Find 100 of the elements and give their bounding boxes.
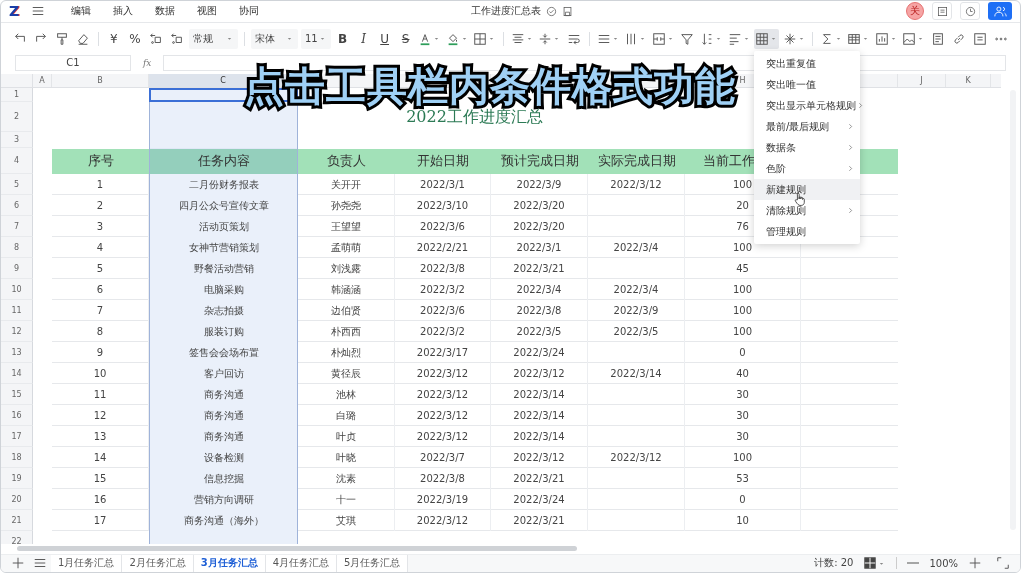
underline-button[interactable]: U (375, 28, 394, 49)
row-header[interactable]: 22 (1, 531, 33, 545)
currency-button[interactable]: ¥ (104, 28, 123, 49)
plus-icon (11, 556, 25, 571)
sum-icon (819, 31, 834, 46)
row-header[interactable]: 4 (1, 148, 33, 175)
sheet-tab[interactable]: 4月任务汇总 (265, 555, 338, 572)
table-cell: 2022/3/19 (395, 489, 491, 511)
row-header[interactable]: 13 (1, 342, 33, 364)
row-header[interactable]: 10 (1, 279, 33, 301)
row-header[interactable]: 9 (1, 258, 33, 280)
cell-count: 计数: 20 (814, 556, 854, 571)
menu-item[interactable]: 协同 (239, 4, 259, 19)
table-cell: 四月公众号宣传文章 (149, 195, 298, 217)
table-cell: 30 (685, 426, 801, 448)
table-cell: 商务沟通（海外） (149, 510, 298, 532)
menu-item[interactable]: 突出重复值 (754, 53, 860, 74)
fullscreen-icon (996, 556, 1010, 571)
row-header[interactable]: 6 (1, 195, 33, 217)
table-cell: 2022/3/14 (491, 405, 588, 427)
table-cell: 2022/3/4 (588, 237, 685, 259)
table-cell: 关开开 (298, 174, 395, 196)
sheet-tab[interactable]: 1月任务汇总 (51, 555, 123, 572)
menu-item[interactable]: 插入 (113, 4, 133, 19)
table-cell: 2022/3/12 (395, 510, 491, 532)
table-cell: 艾琪 (298, 510, 395, 532)
history-button[interactable] (960, 2, 980, 21)
table-cell: 杂志拍摄 (149, 300, 298, 322)
table-cell: 2022/3/12 (395, 426, 491, 448)
cell-reference-field[interactable]: C1 (15, 55, 131, 72)
table-icon (847, 31, 862, 46)
row-header[interactable]: 8 (1, 237, 33, 259)
table-cell: 2022/3/21 (491, 468, 588, 490)
row-header[interactable]: 20 (1, 489, 33, 511)
table-cell: 0 (685, 489, 801, 511)
comments-button[interactable] (932, 2, 952, 21)
sheet-tab[interactable]: 5月任务汇总 (337, 555, 409, 572)
conditional-format-button[interactable] (754, 28, 779, 49)
vertical-align-icon (538, 31, 553, 46)
column-header[interactable]: K (946, 74, 991, 88)
table-cell: 2022/3/14 (491, 384, 588, 406)
lines-icon (727, 31, 742, 46)
menu-item[interactable]: 视图 (197, 4, 217, 19)
table-cell: 45 (685, 258, 801, 280)
row-header[interactable]: 17 (1, 426, 33, 448)
table-cell: 100 (685, 447, 801, 469)
row-header[interactable]: 21 (1, 510, 33, 532)
table-cell: 2022/3/24 (491, 489, 588, 511)
column-header[interactable]: J (898, 74, 946, 88)
share-button[interactable] (988, 2, 1012, 21)
row-header[interactable]: 12 (1, 321, 33, 343)
table-cell: 2022/3/1 (395, 174, 491, 196)
font-size-dropdown[interactable]: 11 (300, 28, 331, 49)
sheet-tab[interactable]: 2月任务汇总 (122, 555, 194, 572)
percent-button[interactable]: % (125, 28, 144, 49)
sheet-tab[interactable]: 3月任务汇总 (193, 555, 266, 572)
table-cell: 2022/3/8 (395, 468, 491, 490)
horizontal-scrollbar[interactable] (17, 546, 577, 552)
table-cell: 53 (685, 468, 801, 490)
header-cell-text: 预计完成日期 (499, 152, 580, 171)
table-cell: 2022/3/4 (588, 279, 685, 301)
italic-button[interactable]: I (354, 28, 373, 49)
row-header[interactable]: 3 (1, 132, 33, 149)
menu-item[interactable]: 编辑 (71, 4, 91, 19)
table-cell: 刘浅露 (298, 258, 395, 280)
row-header[interactable]: 11 (1, 300, 33, 322)
header-cell-text: 当前工作 (703, 152, 755, 171)
font-dropdown[interactable]: 宋体 (250, 28, 298, 49)
menu-item[interactable]: 突出显示单元格规则 (754, 95, 860, 116)
chart-icon (874, 31, 889, 46)
table-cell: 2022/3/12 (491, 447, 588, 469)
table-cell: 池林 (298, 384, 395, 406)
table-cell: 十一 (298, 489, 395, 511)
row-header[interactable]: 5 (1, 174, 33, 196)
table-cell: 2022/3/5 (588, 321, 685, 343)
row-header[interactable]: 7 (1, 216, 33, 238)
brush-icon (55, 31, 69, 46)
table-cell: 0 (685, 342, 801, 364)
table-cell: 活动页策划 (149, 216, 298, 238)
menu-item[interactable]: 数据条 (754, 137, 860, 158)
row-header[interactable]: 15 (1, 384, 33, 406)
table-cell: 客户回访 (149, 363, 298, 385)
strikethrough-button[interactable]: S (396, 28, 415, 49)
minus-icon (907, 562, 920, 565)
menu-item[interactable]: 最前/最后规则 (754, 116, 860, 137)
save-icon (562, 5, 573, 17)
row-header[interactable]: 19 (1, 468, 33, 490)
table-cell: 电脑采购 (149, 279, 298, 301)
row-header[interactable]: 18 (1, 447, 33, 469)
table-cell: 10 (685, 510, 801, 532)
row-header[interactable]: 1 (1, 88, 33, 103)
row-header[interactable]: 14 (1, 363, 33, 385)
menu-item[interactable]: 数据 (155, 4, 175, 19)
header-cell: 任务内容 (149, 148, 298, 175)
column-header[interactable]: A (33, 74, 52, 88)
number-format-dropdown[interactable]: 常规 (188, 28, 238, 49)
row-header[interactable]: 2 (1, 102, 33, 133)
bold-button[interactable]: B (333, 28, 352, 49)
table-cell: 女神节营销策划 (149, 237, 298, 259)
row-header[interactable]: 16 (1, 405, 33, 427)
